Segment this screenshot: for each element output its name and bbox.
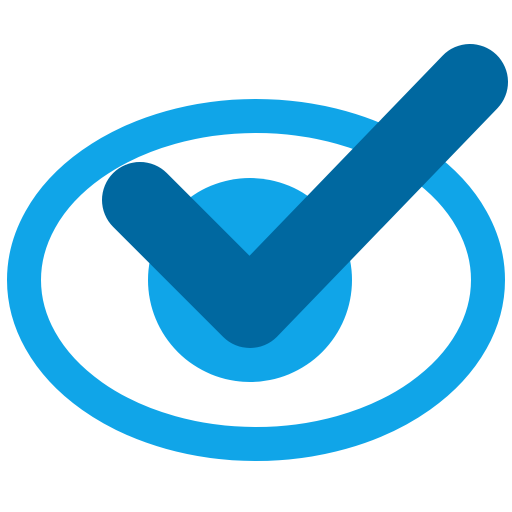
eye-check-logo [0, 0, 512, 512]
eye-check-icon [7, 44, 508, 461]
